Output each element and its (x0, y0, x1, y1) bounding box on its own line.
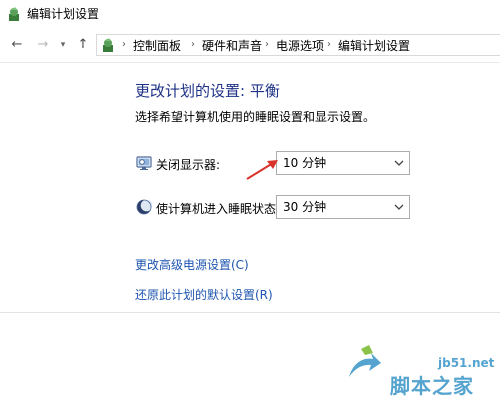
forward-arrow-icon[interactable]: → (34, 35, 52, 55)
monitor-icon (136, 156, 152, 170)
moon-icon (136, 199, 152, 215)
sleep-label: 使计算机进入睡眠状态: (156, 202, 281, 216)
navigation-bar: ← → ▾ ↑ › 控制面板 › 硬件和声音 › 电源选项 › 编辑计划设置 (0, 30, 500, 60)
sleep-value: 30 分钟 (283, 200, 327, 214)
breadcrumb-separator-icon: › (191, 39, 195, 50)
watermark-name: 脚本之家 (390, 374, 474, 398)
up-arrow-icon[interactable]: ↑ (74, 35, 92, 55)
address-bar[interactable]: › 控制面板 › 硬件和声音 › 电源选项 › 编辑计划设置 (96, 34, 500, 56)
chevron-down-icon (394, 160, 404, 166)
title-bar: 编辑计划设置 (0, 0, 500, 28)
page-description: 选择希望计算机使用的睡眠设置和显示设置。 (135, 110, 376, 124)
breadcrumb-control-panel[interactable]: 控制面板 (133, 37, 181, 54)
breadcrumb-power-options[interactable]: 电源选项 (276, 37, 324, 54)
control-panel-icon (103, 38, 113, 52)
page-heading: 更改计划的设置: 平衡 (135, 82, 280, 100)
annotation-arrow-icon (246, 160, 278, 180)
chevron-down-icon (394, 204, 404, 210)
breadcrumb-separator-icon: › (265, 39, 269, 50)
display-off-value: 10 分钟 (283, 156, 327, 170)
breadcrumb-edit-plan[interactable]: 编辑计划设置 (338, 37, 410, 54)
recent-locations-chevron-icon[interactable]: ▾ (57, 35, 69, 55)
display-off-label: 关闭显示器: (156, 158, 221, 172)
display-off-dropdown[interactable]: 10 分钟 (276, 151, 410, 175)
watermark-logo-icon (349, 345, 381, 377)
breadcrumb-hardware-sound[interactable]: 硬件和声音 (202, 37, 262, 54)
divider (0, 62, 500, 63)
breadcrumb-separator-icon: › (327, 39, 331, 50)
restore-defaults-link[interactable]: 还原此计划的默认设置(R) (135, 286, 273, 303)
breadcrumb-separator-icon: › (122, 39, 126, 50)
power-options-icon (9, 7, 19, 21)
window-title: 编辑计划设置 (27, 7, 100, 21)
watermark-url: jb51.net (438, 356, 495, 370)
advanced-power-settings-link[interactable]: 更改高级电源设置(C) (135, 256, 249, 273)
back-arrow-icon[interactable]: ← (8, 35, 26, 55)
sleep-dropdown[interactable]: 30 分钟 (276, 195, 410, 219)
bottom-divider (0, 312, 500, 313)
